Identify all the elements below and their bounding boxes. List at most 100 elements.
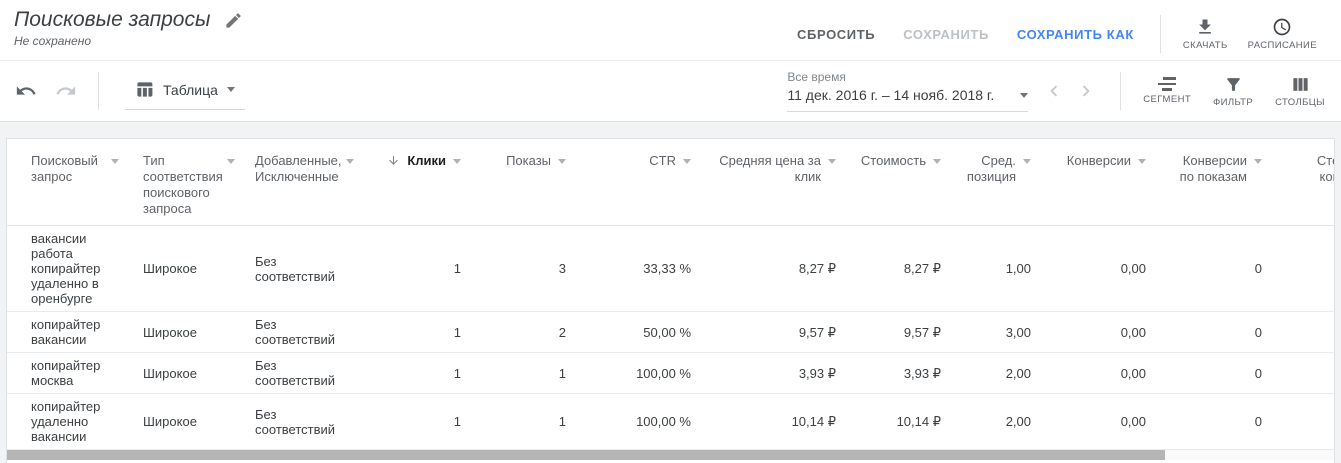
- table-header-row: Поисковый запрос Тип соответствия поиско…: [7, 139, 1335, 226]
- cell-avg-position: 2,00: [957, 394, 1047, 450]
- report-toolbar: Таблица Все время 11 дек. 2016 г. – 14 н…: [0, 61, 1341, 122]
- cell-added-excluded: Без соответствий: [247, 394, 365, 450]
- download-label: СКАЧАТЬ: [1183, 40, 1228, 51]
- cell-match-type: Широкое: [135, 353, 247, 394]
- clock-icon: [1272, 17, 1292, 37]
- column-header-impressions[interactable]: Показы: [477, 139, 582, 226]
- cell-impressions: 2: [477, 312, 582, 353]
- schedule-label: РАСПИСАНИЕ: [1248, 40, 1317, 51]
- save-as-button[interactable]: СОХРАНИТЬ КАК: [1003, 19, 1148, 50]
- cell-avg-cpc: 8,27 ₽: [707, 226, 852, 312]
- caret-down-icon: [933, 159, 941, 164]
- divider: [1120, 72, 1121, 110]
- redo-button[interactable]: [46, 71, 86, 111]
- cell-added-excluded: Без соответствий: [247, 226, 365, 312]
- segment-button[interactable]: СЕГМЕНТ: [1133, 73, 1201, 109]
- column-header-avg-position[interactable]: Сред. позиция: [957, 139, 1047, 226]
- columns-label: СТОЛБЦЫ: [1275, 97, 1325, 108]
- cell-cost-per-conversion: [1278, 226, 1335, 312]
- report-content: Поисковый запрос Тип соответствия поиско…: [0, 122, 1341, 463]
- save-status: Не сохранено: [14, 34, 243, 48]
- cell-cost: 8,27 ₽: [852, 226, 957, 312]
- column-header-view-through-conversions[interactable]: Конверсии по показам: [1162, 139, 1278, 226]
- cell-avg-position: 3,00: [957, 312, 1047, 353]
- cell-match-type: Широкое: [135, 394, 247, 450]
- column-header-conversions[interactable]: Конверсии: [1047, 139, 1162, 226]
- columns-button[interactable]: СТОЛБЦЫ: [1265, 71, 1335, 112]
- cell-ctr: 50,00 %: [582, 312, 707, 353]
- filter-label: ФИЛЬТР: [1213, 97, 1253, 108]
- page-title: Поисковые запросы: [14, 8, 210, 32]
- cell-view-through: 0: [1162, 353, 1278, 394]
- view-type-dropdown[interactable]: Таблица: [125, 72, 245, 110]
- filter-icon: [1224, 75, 1243, 94]
- chevron-left-icon: [1043, 80, 1065, 102]
- column-header-avg-cpc[interactable]: Средняя цена за клик: [707, 139, 852, 226]
- horizontal-scrollbar[interactable]: [7, 450, 1334, 460]
- download-icon: [1195, 17, 1215, 37]
- segment-label: СЕГМЕНТ: [1143, 94, 1191, 105]
- date-next-button[interactable]: [1070, 75, 1102, 107]
- cell-search-term: копирайтер москва: [7, 353, 135, 394]
- cell-match-type: Широкое: [135, 312, 247, 353]
- cell-clicks: 1: [365, 353, 477, 394]
- date-range-selector[interactable]: Все время 11 дек. 2016 г. – 14 нояб. 201…: [787, 70, 1028, 112]
- scrollbar-thumb[interactable]: [7, 450, 1165, 460]
- cell-cost: 9,57 ₽: [852, 312, 957, 353]
- column-header-clicks[interactable]: Клики: [365, 139, 477, 226]
- divider: [98, 72, 99, 110]
- caret-down-icon: [453, 159, 461, 164]
- column-header-match-type[interactable]: Тип соответствия поискового запроса: [135, 139, 247, 226]
- cell-clicks: 1: [365, 226, 477, 312]
- column-header-added-excluded[interactable]: Добавленные, Исключенные: [247, 139, 365, 226]
- reset-button[interactable]: СБРОСИТЬ: [783, 19, 889, 50]
- cell-cost-per-conversion: [1278, 353, 1335, 394]
- cell-view-through: 0: [1162, 226, 1278, 312]
- caret-down-icon: [558, 159, 566, 164]
- filter-button[interactable]: ФИЛЬТР: [1201, 71, 1265, 112]
- caret-down-icon: [1138, 159, 1146, 164]
- cell-clicks: 1: [365, 312, 477, 353]
- undo-button[interactable]: [6, 71, 46, 111]
- divider: [1160, 15, 1161, 53]
- table-row: копирайтер вакансии Широкое Без соответс…: [7, 312, 1335, 353]
- search-terms-table: Поисковый запрос Тип соответствия поиско…: [7, 139, 1335, 450]
- column-header-cost-per-conversion[interactable]: Стоимость конверсии: [1278, 139, 1335, 226]
- caret-down-icon: [683, 159, 691, 164]
- cell-avg-cpc: 9,57 ₽: [707, 312, 852, 353]
- cell-conversions: 0,00: [1047, 353, 1162, 394]
- date-range-value: 11 дек. 2016 г. – 14 нояб. 2018 г.: [787, 87, 994, 103]
- chevron-down-icon: [227, 87, 235, 92]
- caret-down-icon: [828, 159, 836, 164]
- sort-descending-icon: [387, 154, 400, 167]
- table-view-icon: [135, 80, 154, 99]
- edit-title-icon[interactable]: [224, 11, 243, 30]
- schedule-button[interactable]: РАСПИСАНИЕ: [1238, 13, 1327, 55]
- column-header-search-term[interactable]: Поисковый запрос: [7, 139, 135, 226]
- cell-ctr: 33,33 %: [582, 226, 707, 312]
- table-row: копирайтер удаленно вакансии Широкое Без…: [7, 394, 1335, 450]
- cell-clicks: 1: [365, 394, 477, 450]
- cell-search-term: копирайтер вакансии: [7, 312, 135, 353]
- cell-ctr: 100,00 %: [582, 353, 707, 394]
- download-button[interactable]: СКАЧАТЬ: [1173, 13, 1238, 55]
- cell-cost-per-conversion: [1278, 394, 1335, 450]
- cell-view-through: 0: [1162, 312, 1278, 353]
- column-header-cost[interactable]: Стоимость: [852, 139, 957, 226]
- redo-icon: [55, 80, 77, 102]
- title-block: Поисковые запросы Не сохранено: [14, 8, 243, 48]
- cell-cost: 3,93 ₽: [852, 353, 957, 394]
- caret-down-icon: [346, 159, 354, 164]
- cell-impressions: 1: [477, 394, 582, 450]
- report-table-card: Поисковый запрос Тип соответствия поиско…: [6, 138, 1335, 463]
- date-preset-label: Все время: [787, 70, 1028, 84]
- date-prev-button[interactable]: [1038, 75, 1070, 107]
- report-titlebar: Поисковые запросы Не сохранено СБРОСИТЬ …: [0, 0, 1341, 61]
- cell-ctr: 100,00 %: [582, 394, 707, 450]
- save-button[interactable]: СОХРАНИТЬ: [889, 19, 1003, 50]
- cell-added-excluded: Без соответствий: [247, 353, 365, 394]
- cell-avg-position: 1,00: [957, 226, 1047, 312]
- cell-search-term: вакансии работа копирайтер удаленно в ор…: [7, 226, 135, 312]
- cell-conversions: 0,00: [1047, 226, 1162, 312]
- column-header-ctr[interactable]: CTR: [582, 139, 707, 226]
